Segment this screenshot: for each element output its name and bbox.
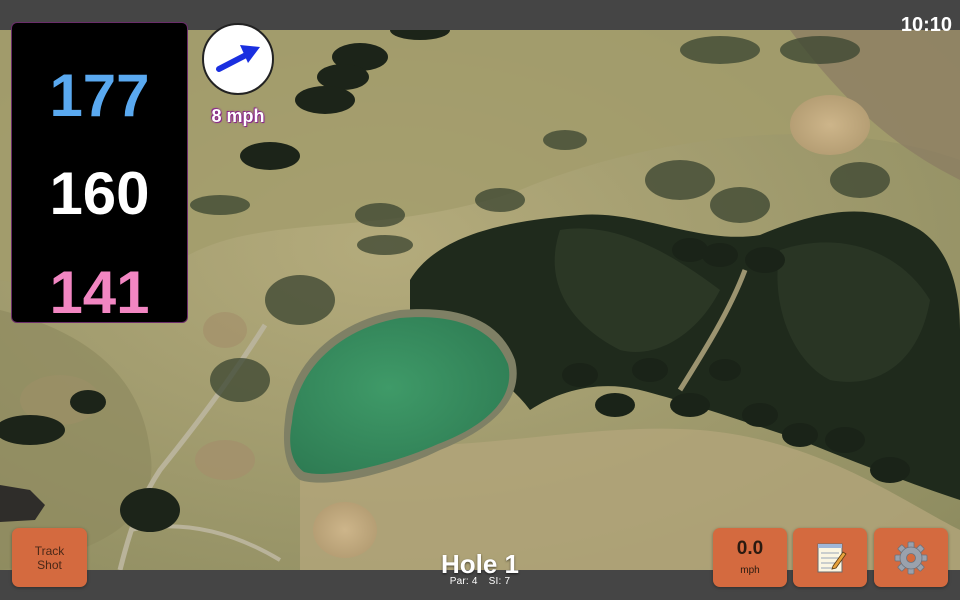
wind-speed: 8 mph [211, 106, 265, 126]
hole-stroke-index: SI: 7 [488, 576, 511, 587]
settings-button[interactable] [874, 528, 948, 587]
track-shot-label-line2: Shot [37, 558, 62, 572]
speed-button[interactable]: 0.0 mph [713, 528, 787, 587]
hole-info: Par: 4 SI: 7 [400, 576, 560, 587]
speed-unit: mph [740, 565, 760, 576]
wind-indicator [202, 23, 274, 95]
gear-icon [894, 541, 928, 575]
notepad-icon [817, 543, 847, 573]
center-distance: 160 [49, 160, 150, 227]
back-distance: 177 [49, 62, 150, 129]
front-distance: 141 [49, 259, 150, 326]
distance-panel: 177 160 141 [11, 22, 188, 323]
notes-button[interactable] [793, 528, 867, 587]
wind-arrow-icon [216, 45, 260, 72]
speed-value: 0.0 [736, 538, 764, 559]
hole-par: Par: 4 [449, 576, 478, 587]
status-clock: 10:10 [900, 14, 952, 36]
track-shot-button[interactable]: Track Shot [12, 528, 87, 587]
track-shot-label-line1: Track [34, 544, 65, 558]
hole-title: Hole 1 [440, 549, 520, 579]
